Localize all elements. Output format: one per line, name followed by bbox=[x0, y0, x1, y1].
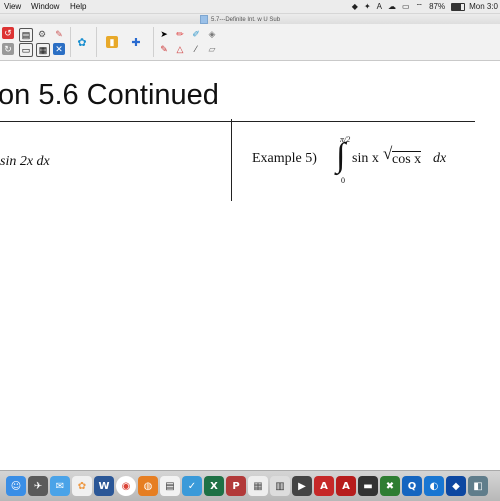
books-icon[interactable]: P bbox=[226, 476, 246, 496]
example-label: Example 5) bbox=[252, 151, 317, 166]
left-integral-expression: ′ sin 2x dx bbox=[0, 154, 50, 170]
creative-pen-icon[interactable]: ✎ bbox=[158, 43, 170, 55]
terminal-icon[interactable]: ▶ bbox=[292, 476, 312, 496]
app2-icon[interactable]: ▦ bbox=[248, 476, 268, 496]
fill-tool-icon[interactable]: ▱ bbox=[206, 43, 218, 55]
differential: dx bbox=[433, 151, 447, 166]
close-panel-button[interactable]: ✕ bbox=[53, 43, 65, 55]
cloud-icon[interactable]: ☁ bbox=[388, 0, 396, 13]
app4-icon[interactable]: ◆ bbox=[446, 476, 466, 496]
window-title-bar: 5.7---Definite Int. w U Sub bbox=[0, 14, 500, 24]
status-area: ◆ ✦ A ☁ ▭ ⌔ 87% Mon 3:0 bbox=[352, 0, 500, 13]
app-icon[interactable]: ✓ bbox=[182, 476, 202, 496]
app3-icon[interactable]: ▥ bbox=[270, 476, 290, 496]
integral-sign: ∫ bbox=[336, 137, 346, 174]
page-sorter-button[interactable]: ▤ bbox=[19, 28, 33, 42]
wifi-icon[interactable]: ⌔ bbox=[416, 0, 424, 13]
battery-icon[interactable] bbox=[451, 2, 466, 11]
quicktime-icon[interactable]: Q bbox=[402, 476, 422, 496]
divider-vertical bbox=[231, 119, 232, 201]
chrome-icon[interactable]: ◉ bbox=[116, 476, 136, 496]
app5-icon[interactable]: ◧ bbox=[468, 476, 488, 496]
menu-help[interactable]: Help bbox=[70, 1, 86, 12]
document-title-text: 5.7---Definite Int. w U Sub bbox=[211, 16, 281, 23]
eraser-tool-icon[interactable]: ◈ bbox=[206, 28, 218, 40]
toolbar-divider bbox=[153, 27, 154, 57]
acrobat-icon[interactable]: A bbox=[314, 476, 334, 496]
menu-view[interactable]: View bbox=[4, 1, 21, 12]
airplay-icon[interactable]: ▭ bbox=[402, 0, 410, 13]
acrobat2-icon[interactable]: A bbox=[336, 476, 356, 496]
select-tool-icon[interactable]: ➤ bbox=[158, 28, 170, 40]
terminal2-icon[interactable]: ▬ bbox=[358, 476, 378, 496]
share-icon[interactable]: ✦ bbox=[364, 0, 371, 13]
pen-tool-icon[interactable]: ✏ bbox=[174, 28, 186, 40]
left-integral-text: sin 2x dx bbox=[0, 154, 50, 169]
undo-button[interactable]: ↺ bbox=[2, 27, 14, 39]
smart-notebook-icon[interactable]: ✖ bbox=[380, 476, 400, 496]
menu-bar: View Window Help ◆ ✦ A ☁ ▭ ⌔ 87% Mon 3:0 bbox=[0, 0, 500, 14]
gallery-button[interactable]: ▮ bbox=[106, 36, 118, 48]
document-camera-button[interactable]: ⚙ bbox=[36, 28, 48, 40]
clock[interactable]: Mon 3:0 bbox=[469, 0, 498, 13]
page-title: on 5.6 Continued bbox=[0, 79, 219, 111]
highlighter-tool-icon[interactable]: ✐ bbox=[190, 28, 202, 40]
integrand: sin x bbox=[352, 151, 379, 166]
word-icon[interactable]: W bbox=[94, 476, 114, 496]
document-icon bbox=[200, 15, 208, 24]
table-button[interactable]: ▦ bbox=[36, 43, 50, 57]
globe-icon[interactable]: ◐ bbox=[424, 476, 444, 496]
redo-button[interactable]: ↻ bbox=[2, 43, 14, 55]
radicand: cos x bbox=[392, 151, 422, 167]
toolbar-divider bbox=[96, 27, 97, 57]
battery-percent[interactable]: 87% bbox=[429, 0, 445, 13]
lower-limit: 0 bbox=[341, 176, 345, 185]
connect-button[interactable]: ✿ bbox=[76, 36, 88, 49]
launchpad-icon[interactable]: ✈ bbox=[28, 476, 48, 496]
screen-shade-button[interactable]: ▭ bbox=[19, 43, 33, 57]
divider-horizontal bbox=[0, 121, 475, 122]
notes-icon[interactable]: ▤ bbox=[160, 476, 180, 496]
menu-window[interactable]: Window bbox=[31, 1, 59, 12]
safari-icon[interactable]: ◍ bbox=[138, 476, 158, 496]
radical-sign: √ bbox=[383, 144, 393, 163]
dock: ☺ ✈ ✉ ✿ W ◉ ◍ ▤ ✓ X P ▦ ▥ ▶ A A ▬ ✖ Q ◐ … bbox=[0, 470, 500, 501]
toolbar: ↺ ↻ ▤ ▭ ⚙ ▦ ✎ ✕ ✿ ▮ ✚ ➤ ✏ ✐ ◈ ✎ △ ⁄ ▱ bbox=[0, 24, 500, 61]
photos-icon[interactable]: ✿ bbox=[72, 476, 92, 496]
text-icon[interactable]: A bbox=[377, 0, 382, 13]
shape-tool-icon[interactable]: △ bbox=[174, 43, 186, 55]
add-ons-button[interactable]: ✚ bbox=[130, 36, 142, 49]
mail-icon[interactable]: ✉ bbox=[50, 476, 70, 496]
excel-icon[interactable]: X bbox=[204, 476, 224, 496]
toolbar-divider bbox=[70, 27, 71, 57]
document-title: 5.7---Definite Int. w U Sub bbox=[200, 15, 280, 24]
finder-icon[interactable]: ☺ bbox=[6, 476, 26, 496]
dropbox-icon[interactable]: ◆ bbox=[352, 0, 358, 13]
line-tool-icon[interactable]: ⁄ bbox=[190, 43, 202, 55]
tools-button[interactable]: ✎ bbox=[53, 28, 65, 40]
